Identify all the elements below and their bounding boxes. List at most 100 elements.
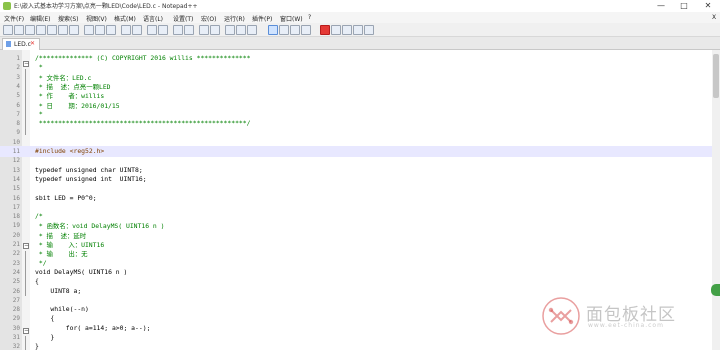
- code-text: typedef unsigned int UINT16;: [35, 174, 147, 183]
- line-number: 16: [12, 194, 20, 202]
- zoom-out-icon[interactable]: [184, 25, 194, 35]
- sync-vertical-icon[interactable]: [199, 25, 209, 35]
- line-number: 21: [12, 241, 20, 248]
- scrollbar-thumb[interactable]: [713, 54, 719, 98]
- menu-settings[interactable]: 设置(T): [173, 14, 193, 23]
- tab-label: LED.c: [14, 41, 31, 48]
- line-number: 6: [16, 101, 20, 109]
- menu-close-document[interactable]: X: [712, 14, 716, 21]
- run-macro-multiple-icon[interactable]: [353, 25, 363, 35]
- code-text: ****************************************…: [35, 119, 251, 128]
- menu-format[interactable]: 格式(M): [114, 14, 136, 23]
- record-macro-icon[interactable]: [320, 25, 330, 35]
- code-text: UINT8 a;: [35, 286, 82, 295]
- fold-guide: [25, 69, 26, 135]
- code-text: #include <reg52.h>: [35, 147, 105, 155]
- line-number: 25: [12, 278, 20, 286]
- line-number: 23: [12, 259, 20, 267]
- redo-icon[interactable]: [132, 25, 142, 35]
- menu-window[interactable]: 窗口(W): [280, 14, 303, 23]
- doc-map-icon[interactable]: [279, 25, 289, 35]
- line-number: 1: [16, 55, 20, 62]
- minimize-button[interactable]: —: [650, 0, 672, 12]
- word-wrap-icon[interactable]: [225, 25, 235, 35]
- tab-close-icon[interactable]: ✕: [30, 40, 35, 47]
- user-language-icon[interactable]: [268, 25, 278, 35]
- line-number: 19: [12, 222, 20, 230]
- sync-horizontal-icon[interactable]: [210, 25, 220, 35]
- line-number: 13: [12, 166, 20, 174]
- line-number: 27: [12, 296, 20, 304]
- file-saved-icon: [6, 41, 11, 47]
- fold-toggle-icon[interactable]: −: [23, 61, 29, 67]
- fold-toggle-icon[interactable]: −: [23, 243, 29, 249]
- cut-icon[interactable]: [84, 25, 94, 35]
- line-number: 2: [16, 64, 20, 72]
- playback-macro-icon[interactable]: [342, 25, 352, 35]
- code-text: /*: [35, 212, 43, 221]
- menu-run[interactable]: 运行(R): [224, 14, 245, 23]
- code-text: }: [35, 342, 39, 351]
- line-number: 29: [12, 315, 20, 323]
- function-list-icon[interactable]: [290, 25, 300, 35]
- line-number: 3: [16, 73, 20, 81]
- close-button[interactable]: ✕: [697, 0, 719, 12]
- indent-guide-icon[interactable]: [247, 25, 257, 35]
- paste-icon[interactable]: [106, 25, 116, 35]
- toolbar: [0, 23, 720, 37]
- watermark-logo-icon: [542, 297, 580, 335]
- line-number: 11: [12, 148, 20, 155]
- save-icon[interactable]: [25, 25, 35, 35]
- folder-workspace-icon[interactable]: [301, 25, 311, 35]
- menu-plugins[interactable]: 插件(P): [252, 14, 272, 23]
- menu-help[interactable]: ?: [308, 14, 311, 21]
- close-all-icon[interactable]: [58, 25, 68, 35]
- line-number: 18: [12, 213, 20, 221]
- save-all-icon[interactable]: [36, 25, 46, 35]
- close-file-icon[interactable]: [47, 25, 57, 35]
- code-text: for( a=114; a>0; a--);: [35, 323, 151, 332]
- new-file-icon[interactable]: [3, 25, 13, 35]
- line-number: 7: [16, 110, 20, 118]
- line-number: 5: [16, 92, 20, 100]
- code-text: typedef unsigned char UINT8;: [35, 165, 143, 174]
- vertical-scrollbar[interactable]: [712, 50, 720, 350]
- menu-language[interactable]: 语言(L): [143, 14, 163, 23]
- line-number: 14: [12, 175, 20, 183]
- copy-icon[interactable]: [95, 25, 105, 35]
- code-text: void DelayMS( UINT16 n ): [35, 267, 128, 276]
- undo-icon[interactable]: [121, 25, 131, 35]
- line-number: 4: [16, 82, 20, 90]
- replace-icon[interactable]: [158, 25, 168, 35]
- line-number: 9: [16, 129, 20, 137]
- zoom-in-icon[interactable]: [173, 25, 183, 35]
- menu-view[interactable]: 视图(V): [86, 14, 107, 23]
- code-text: {: [35, 277, 39, 286]
- tab-led-c[interactable]: LED.c ✕: [2, 38, 40, 50]
- code-text: sbit LED = P0^0;: [35, 193, 97, 202]
- menu-search[interactable]: 搜索(S): [58, 14, 79, 23]
- menu-file[interactable]: 文件(F): [4, 14, 24, 23]
- maximize-button[interactable]: □: [673, 0, 695, 12]
- side-badge-icon[interactable]: [711, 284, 720, 296]
- line-number: 31: [12, 334, 20, 341]
- find-icon[interactable]: [147, 25, 157, 35]
- show-all-chars-icon[interactable]: [236, 25, 246, 35]
- print-icon[interactable]: [69, 25, 79, 35]
- window-title: E:\嵌入式基本功学习方案\点亮一颗LED\Code\LED.c - Notep…: [14, 3, 198, 10]
- save-macro-icon[interactable]: [364, 25, 374, 35]
- line-number: 8: [16, 120, 20, 128]
- code-text: /************** (C) COPYRIGHT 2016 willi…: [35, 54, 251, 62]
- line-number: 32: [12, 343, 20, 351]
- open-file-icon[interactable]: [14, 25, 24, 35]
- code-line[interactable]: 32}: [0, 341, 712, 352]
- line-number: 17: [12, 203, 20, 211]
- stop-recording-icon[interactable]: [331, 25, 341, 35]
- fold-toggle-icon[interactable]: −: [23, 328, 29, 334]
- line-number: 20: [12, 231, 20, 239]
- menu-edit[interactable]: 编辑(E): [30, 14, 50, 23]
- line-number: 26: [12, 287, 20, 295]
- line-number: 22: [12, 250, 20, 258]
- line-number: 28: [12, 306, 20, 314]
- menu-macro[interactable]: 宏(O): [201, 14, 216, 23]
